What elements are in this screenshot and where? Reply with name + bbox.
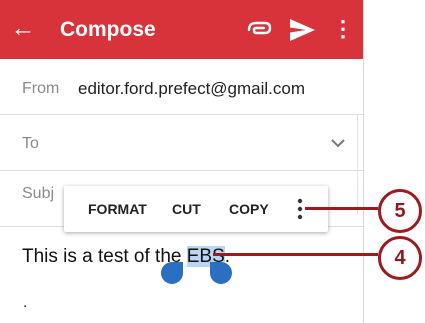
copy-button[interactable]: COPY — [229, 201, 269, 217]
text-selection-menu: FORMAT CUT COPY — [64, 186, 328, 232]
from-row: From editor.ford.prefect@gmail.com — [0, 59, 363, 115]
chevron-down-icon[interactable] — [330, 138, 346, 148]
callout-5: 5 — [378, 189, 422, 233]
to-label: To — [22, 135, 39, 152]
more-vert-icon[interactable]: ⋮ — [332, 16, 354, 42]
callout-line-5 — [305, 207, 378, 210]
more-vert-icon[interactable] — [297, 197, 303, 221]
subject-label: Subj — [22, 185, 55, 202]
callout-line-4 — [213, 253, 378, 256]
format-button[interactable]: FORMAT — [88, 201, 147, 217]
selection-handle-left[interactable] — [161, 262, 183, 284]
send-icon[interactable] — [288, 17, 316, 43]
arrow-left-icon[interactable]: ← — [10, 13, 36, 43]
paperclip-icon[interactable] — [246, 19, 272, 41]
scrollbar-edge — [352, 114, 358, 214]
message-body-line-2: . — [23, 294, 28, 311]
from-label: From — [22, 80, 60, 97]
to-row[interactable]: To — [0, 114, 363, 171]
from-field[interactable]: editor.ford.prefect@gmail.com — [78, 79, 305, 99]
app-bar: ← Compose ⋮ — [0, 0, 363, 59]
selection-handle-right[interactable] — [210, 262, 232, 284]
compose-screen: ← Compose ⋮ From editor.ford.prefect@gma… — [0, 0, 364, 323]
page-title: Compose — [60, 18, 156, 41]
callout-4: 4 — [378, 236, 422, 280]
message-body[interactable]: This is a test of the EBS. — [22, 246, 230, 268]
cut-button[interactable]: CUT — [172, 201, 201, 217]
